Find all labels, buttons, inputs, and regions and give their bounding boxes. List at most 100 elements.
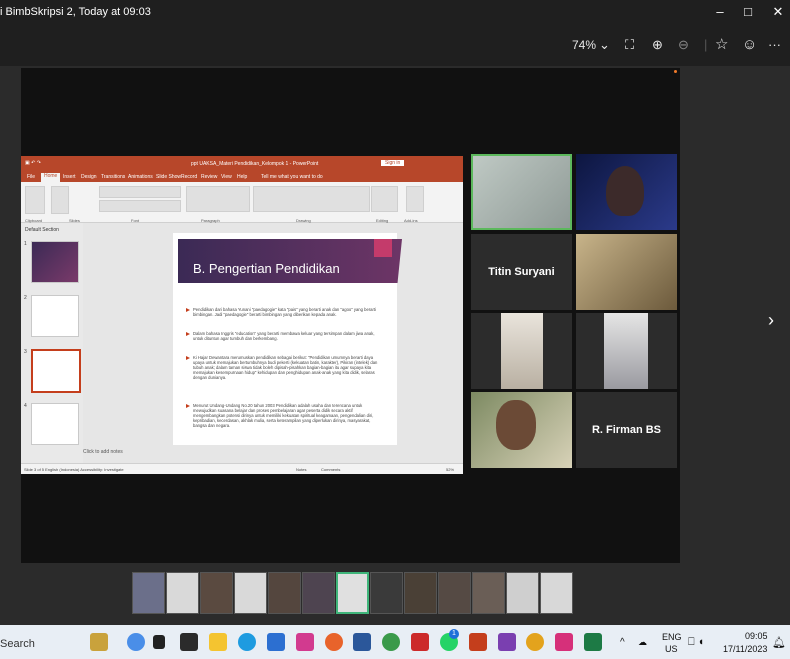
minimize-button[interactable]: – [705,2,735,22]
slide-thumbnail-4[interactable] [31,403,79,445]
editing-buttons[interactable] [371,186,398,212]
app-icon[interactable] [382,633,400,651]
toolbar-divider: | [704,37,708,52]
zoom-out-icon[interactable]: ⊖ [678,36,689,54]
font-name-box[interactable] [99,186,181,198]
paragraph-buttons[interactable] [186,186,250,212]
network-volume-icon[interactable]: ⎕ ◖ [688,636,704,649]
slide-thumbnail-1[interactable] [31,241,79,283]
tab-home[interactable]: Home [41,173,61,182]
zoom-in-icon[interactable]: ⊕ [652,36,663,54]
film-thumbnail[interactable] [268,572,301,614]
tab-insert[interactable]: Insert [63,174,76,180]
slide-thumbnail-3[interactable] [31,349,81,393]
film-thumbnail[interactable] [370,572,403,614]
notification-badge: 1 [449,629,459,639]
more-options-icon[interactable]: ··· [768,36,781,54]
notes-pane[interactable]: Click to add notes [83,449,463,459]
film-thumbnail[interactable] [132,572,165,614]
taskbar-search[interactable]: Search [0,638,35,650]
slide-thumbnail-2[interactable] [31,295,79,337]
film-thumbnail[interactable] [234,572,267,614]
new-slide-button[interactable] [51,186,69,214]
participant-video[interactable] [471,313,572,389]
film-thumbnail-selected[interactable] [336,572,369,614]
clock-date[interactable]: 17/11/2023 [723,644,767,654]
tab-design[interactable]: Design [81,174,97,180]
powerpoint-icon[interactable] [469,633,487,651]
maximize-button[interactable]: □ [733,2,763,22]
tab-review[interactable]: Review [201,174,217,180]
task-view-icon[interactable] [153,635,165,649]
ppt-statusbar: Slide 3 of 5 English (Indonesia) Accessi… [21,463,463,474]
file-explorer-icon[interactable] [209,633,227,651]
comments-toggle[interactable]: Comments [321,467,340,472]
tab-slideshow[interactable]: Slide Show [156,174,181,180]
instagram-icon[interactable] [555,633,573,651]
film-thumbnail[interactable] [472,572,505,614]
favorite-icon[interactable]: ☆ [715,36,728,54]
firefox-icon[interactable] [325,633,343,651]
notes-toggle[interactable]: Notes [296,467,306,472]
participant-tile-titin[interactable]: Titin Suryani [471,234,572,310]
widgets-icon[interactable] [90,633,108,651]
tab-file[interactable]: File [27,174,35,180]
tab-view[interactable]: View [221,174,232,180]
tab-transitions[interactable]: Transitions [101,174,125,180]
tell-me-search[interactable]: Tell me what you want to do [261,174,323,180]
slide-title: B. Pengertian Pendidikan [193,261,340,276]
excel-icon[interactable] [584,633,602,651]
film-thumbnail[interactable] [166,572,199,614]
ppt-zoom-level[interactable]: 52% [446,467,454,472]
current-slide[interactable]: B. Pengertian Pendidikan Pendidikan dari… [173,233,402,445]
font-format-buttons[interactable] [99,200,181,212]
ppt-signin-button[interactable]: Sign in [381,160,405,166]
pdf-icon[interactable] [411,633,429,651]
copilot-icon[interactable] [127,633,145,651]
participant-video[interactable] [576,154,677,230]
language-eng[interactable]: ENG [662,632,682,642]
fit-screen-icon[interactable]: ⛶ [625,36,634,54]
next-image-icon[interactable]: › [768,310,774,331]
film-thumbnail[interactable] [540,572,573,614]
teams-icon[interactable] [180,633,198,651]
film-thumbnail[interactable] [404,572,437,614]
participant-video[interactable] [471,392,572,468]
store-icon[interactable] [267,633,285,651]
zoom-level[interactable]: 74% [572,36,596,54]
app-icon[interactable] [296,633,314,651]
emoji-icon[interactable]: ☺ [742,36,757,54]
drawing-shapes[interactable] [253,186,370,212]
addins-button[interactable] [406,186,424,212]
slide-bullet: Dalam bahasa Inggris "education" yang be… [186,331,383,341]
participant-name [576,154,677,230]
slide-bullet: Menurut Undang-Undang No.20 tahun 2003 P… [186,403,383,428]
edge-icon[interactable] [238,633,256,651]
slide-bullet: Ki Hajar Dewantara merumuskan pendidikan… [186,355,383,380]
participant-name [471,392,572,468]
onedrive-icon[interactable]: ☁ [638,637,647,648]
chrome-icon[interactable] [526,633,544,651]
participant-video-active[interactable] [471,154,572,230]
zoom-dropdown-icon[interactable]: ⌄ [599,36,610,54]
participant-video[interactable] [576,234,677,310]
tab-help[interactable]: Help [237,174,247,180]
window-title: i BimbSkripsi 2, Today at 09:03 [0,6,151,18]
paste-button[interactable] [25,186,45,214]
film-thumbnail[interactable] [302,572,335,614]
participant-tile-firman[interactable]: R. Firman BS [576,392,677,468]
tab-record[interactable]: Record [181,174,197,180]
film-thumbnail[interactable] [200,572,233,614]
tab-animations[interactable]: Animations [128,174,153,180]
film-thumbnail[interactable] [506,572,539,614]
clock-time[interactable]: 09:05 [745,631,768,641]
word-icon[interactable] [353,633,371,651]
film-thumbnail[interactable] [438,572,471,614]
app-icon[interactable] [498,633,516,651]
slide-number: 1 [24,241,27,247]
participant-video[interactable] [576,313,677,389]
show-hidden-icons[interactable]: ^ [620,637,625,648]
save-icon[interactable]: ▣ ↶ ↷ [25,160,41,166]
notification-bell-icon[interactable]: 🔔︎ [772,636,786,649]
close-button[interactable]: ✕ [763,2,790,22]
